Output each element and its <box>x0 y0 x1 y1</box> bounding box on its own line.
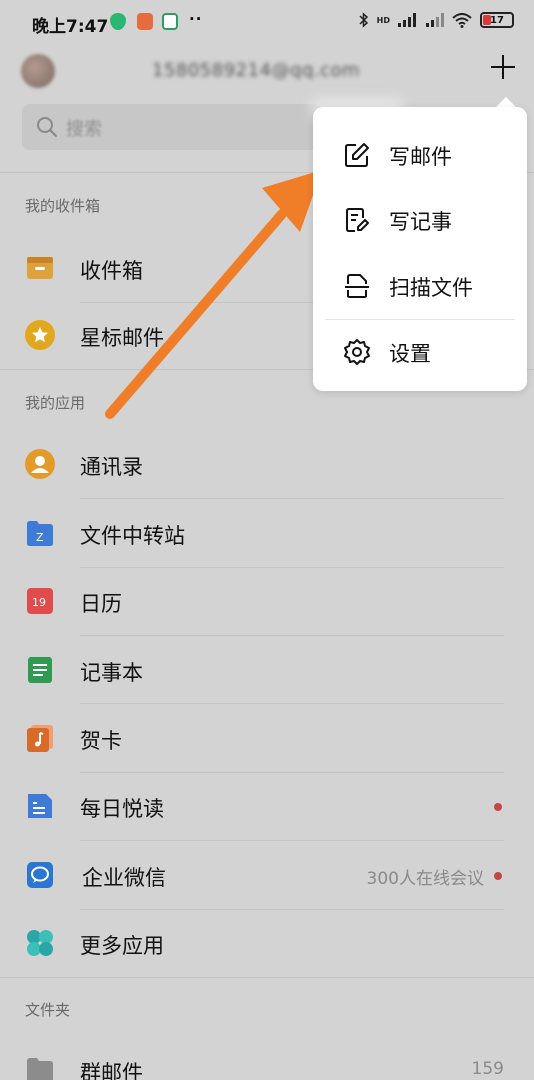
wifi-icon <box>452 12 472 28</box>
search-placeholder: 搜索 <box>66 119 102 140</box>
folder-icon <box>27 1058 53 1080</box>
signal-icon <box>398 13 416 27</box>
greeting-card-icon <box>27 725 53 752</box>
shield-icon <box>110 13 126 30</box>
daily-reading-icon <box>28 794 52 818</box>
list-item-contacts[interactable]: 通讯录 <box>0 431 534 499</box>
list-item-label: 星标邮件 <box>80 326 164 350</box>
list-item-wecom[interactable]: 企业微信 300人在线会议 <box>0 842 534 910</box>
status-bar: 晚上7:47 ·· HD 17 <box>0 0 534 46</box>
list-item-label: 每日悦读 <box>80 797 164 821</box>
list-item-file-transfer[interactable]: Z 文件中转站 <box>0 500 534 568</box>
list-item-label: 日历 <box>80 592 122 616</box>
folder-count: 159 <box>471 1059 504 1079</box>
account-header: 1580589214@qq.com <box>0 46 534 98</box>
divider <box>80 703 504 704</box>
divider <box>80 498 504 499</box>
bluetooth-icon <box>359 12 368 28</box>
divider <box>80 840 504 841</box>
wecom-meeting-text: 300人在线会议 <box>366 869 484 889</box>
battery-icon: 17 <box>480 12 514 28</box>
more-apps-icon <box>27 930 53 956</box>
list-item-notebook[interactable]: 记事本 <box>0 637 534 705</box>
list-item-label: 贺卡 <box>80 729 122 753</box>
divider <box>80 635 504 636</box>
section-title-inbox: 我的收件箱 <box>25 197 101 215</box>
add-menu-popup: 写邮件 写记事 扫描文件 设置 <box>313 107 527 391</box>
divider <box>0 977 534 978</box>
app-notify-icon <box>162 13 178 30</box>
svg-text:Z: Z <box>36 531 44 544</box>
wecom-icon <box>27 862 53 888</box>
file-transfer-icon: Z <box>27 521 53 546</box>
star-icon <box>25 320 55 350</box>
account-email[interactable]: 1580589214@qq.com <box>152 60 360 81</box>
more-notifications-icon: ·· <box>189 10 203 28</box>
gear-icon <box>344 339 370 365</box>
status-right: HD 17 <box>359 12 514 28</box>
menu-item-label: 扫描文件 <box>389 276 473 300</box>
signal-icon-2 <box>426 13 444 27</box>
menu-item-label: 写邮件 <box>389 145 452 169</box>
list-item-daily-reading[interactable]: 每日悦读 <box>0 773 534 841</box>
search-icon <box>37 117 58 138</box>
mail-home-screen: 晚上7:47 ·· HD 17 1580589214@qq.com 搜索 我的收… <box>0 0 534 1080</box>
search-input[interactable]: 搜索 <box>22 104 322 150</box>
list-item-calendar[interactable]: 19 日历 <box>0 568 534 636</box>
status-time: 晚上7:47 <box>32 17 109 37</box>
list-item-label: 收件箱 <box>80 259 143 283</box>
list-item-label: 更多应用 <box>80 934 164 958</box>
compose-icon <box>345 143 369 167</box>
plus-icon[interactable] <box>488 52 518 82</box>
note-edit-icon <box>346 208 369 232</box>
notebook-icon <box>28 657 52 683</box>
menu-item-label: 写记事 <box>389 210 452 234</box>
mail-notify-icon <box>137 13 153 30</box>
list-item-more-apps[interactable]: 更多应用 <box>0 910 534 978</box>
list-item-greeting-card[interactable]: 贺卡 <box>0 705 534 773</box>
svg-text:19: 19 <box>32 596 46 609</box>
list-item-group-mail[interactable]: 群邮件 159 <box>0 1037 534 1080</box>
hd-badge: HD <box>376 15 390 25</box>
menu-item-scan[interactable]: 扫描文件 <box>313 254 527 318</box>
avatar[interactable] <box>21 54 55 88</box>
battery-level: 17 <box>490 14 504 26</box>
contacts-icon <box>25 449 55 479</box>
calendar-icon: 19 <box>27 588 53 614</box>
menu-item-label: 设置 <box>389 342 431 366</box>
inbox-icon <box>27 257 53 279</box>
menu-item-compose[interactable]: 写邮件 <box>313 123 527 187</box>
section-title-apps: 我的应用 <box>25 394 86 412</box>
menu-item-settings[interactable]: 设置 <box>313 320 527 384</box>
list-item-label: 群邮件 <box>80 1061 143 1080</box>
unread-dot <box>494 872 502 880</box>
list-item-label: 通讯录 <box>80 455 143 479</box>
list-item-label: 记事本 <box>80 661 143 685</box>
scan-icon <box>345 274 369 298</box>
unread-dot <box>494 803 502 811</box>
list-item-label: 企业微信 <box>82 866 166 890</box>
menu-item-write-note[interactable]: 写记事 <box>313 188 527 252</box>
list-item-label: 文件中转站 <box>80 524 185 548</box>
section-title-folders: 文件夹 <box>25 1001 71 1019</box>
